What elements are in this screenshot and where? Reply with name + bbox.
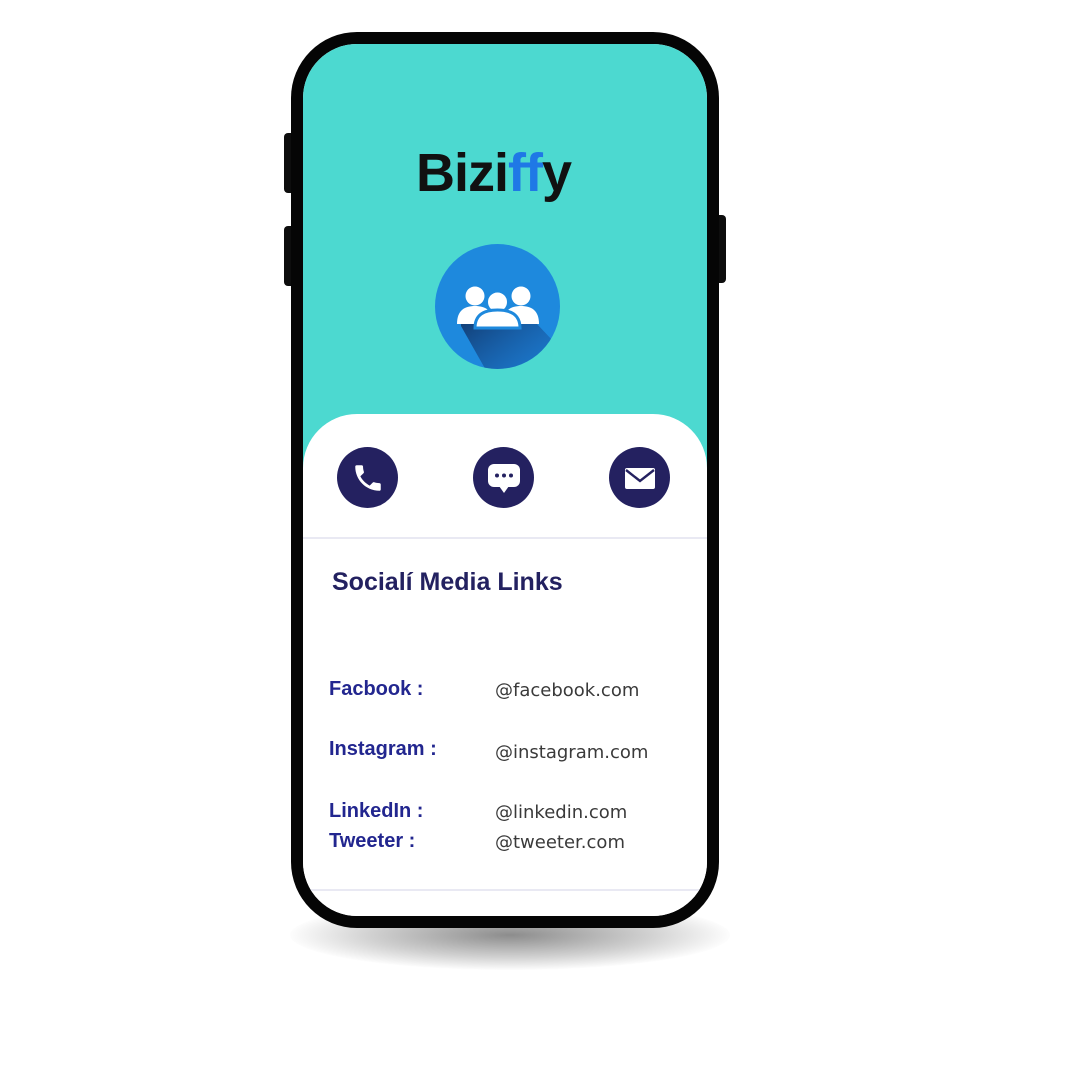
call-button[interactable] <box>337 447 398 508</box>
message-button[interactable] <box>473 447 534 508</box>
mail-icon <box>624 467 655 489</box>
brand-logo: Biziffy <box>416 143 572 203</box>
phone-frame: Biziffy Socialí Media Links Facbook: @f… <box>291 32 719 928</box>
mail-button[interactable] <box>609 447 670 508</box>
tweeter-label: Tweeter : <box>329 830 416 852</box>
section-title: Socialí Media Links <box>332 568 563 596</box>
divider <box>303 537 707 539</box>
linkedin-label: LinkedIn : <box>329 800 424 822</box>
facebook-link[interactable]: @facebook.com <box>495 680 639 701</box>
phone-screen: Biziffy Socialí Media Links Facbook: @f… <box>303 44 707 916</box>
phone-icon <box>354 464 381 491</box>
tweeter-link[interactable]: @tweeter.com <box>495 832 625 853</box>
brand-prefix: Bizi <box>416 143 509 203</box>
divider <box>303 889 707 891</box>
group-people-icon <box>435 244 560 369</box>
instagram-label: Instagram : <box>329 738 437 760</box>
instagram-link[interactable]: @instagram.com <box>495 742 648 763</box>
contact-card: Socialí Media Links Facbook : @facebook.… <box>303 414 707 916</box>
facebook-label: Facbook : <box>329 678 424 700</box>
brand-suffix: y <box>541 143 572 203</box>
stage: Biziffy Socialí Media Links Facbook: @f… <box>0 0 1080 1080</box>
brand-highlight: ff <box>508 143 543 203</box>
linkedin-link[interactable]: @linkedin.com <box>495 802 627 823</box>
message-icon <box>487 463 520 493</box>
